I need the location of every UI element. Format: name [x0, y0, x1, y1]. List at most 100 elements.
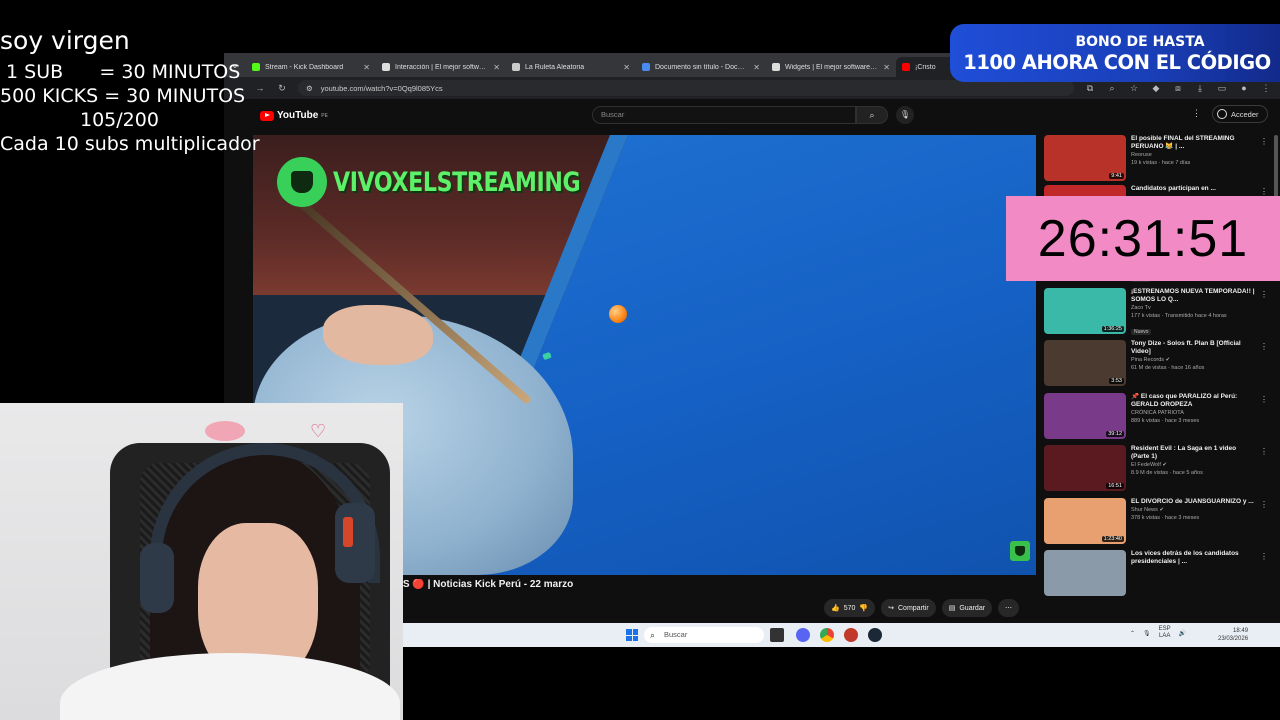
webcam-feed: ♡ [0, 403, 403, 720]
browser-tab[interactable]: Widgets | El mejor software pa ✕ [766, 57, 896, 77]
url-input[interactable]: ⚙ youtube.com/watch?v=0Qq9l085Ycs [298, 80, 1074, 96]
windows-start-icon[interactable] [626, 629, 638, 641]
related-thumbnail[interactable]: 39:12 [1044, 392, 1126, 439]
taskbar-search[interactable]: Buscar [644, 627, 764, 643]
download-icon[interactable]: ⤓ [1194, 83, 1206, 94]
related-title[interactable]: 📌 El caso que PARALIZÓ al Perú: GERALD O… [1131, 393, 1256, 409]
more-actions-icon[interactable]: ⋯ [998, 599, 1020, 617]
related-video-item[interactable]: 1:36:25 ¡ESTRENAMOS NUEVA TEMPORADA!! | S… [1044, 287, 1274, 338]
related-menu-icon[interactable]: ⋮ [1260, 395, 1268, 404]
microphone-icon[interactable]: 🎙 [896, 106, 914, 124]
related-title[interactable]: ¡ESTRENAMOS NUEVA TEMPORADA!! | SOMOS LO… [1131, 288, 1256, 304]
related-channel[interactable]: Pina Records ✔ [1131, 356, 1256, 364]
related-video-item[interactable]: 9:41 El posible FINAL del STREAMING PERUA… [1044, 135, 1274, 185]
reload-icon[interactable]: ↻ [276, 83, 288, 94]
youtube-logo[interactable]: YouTube PE [260, 110, 328, 121]
tab-close-icon[interactable]: ✕ [363, 63, 370, 72]
related-thumbnail[interactable] [1044, 550, 1126, 596]
browser-menu-icon[interactable]: ⋮ [1260, 83, 1272, 94]
tab-close-icon[interactable]: ✕ [753, 63, 760, 72]
related-title[interactable]: Candidatos participan en ... [1131, 185, 1256, 193]
tab-close-icon[interactable]: ✕ [883, 63, 890, 72]
like-count: 570 [843, 604, 856, 612]
video-duration: 9:41 [1109, 173, 1124, 179]
related-meta: 889 k vistas · hace 3 meses [1131, 417, 1200, 424]
site-info-icon[interactable]: ⚙ [306, 84, 313, 93]
related-video-item[interactable]: 3:53 Tony Dize - Solos ft. Plan B [Offici… [1044, 340, 1274, 390]
related-title[interactable]: Los vices detrás de los candidatos presi… [1131, 550, 1256, 566]
tab-close-icon[interactable]: ✕ [493, 63, 500, 72]
related-channel[interactable]: CRÓNICA PATRIOTA [1131, 409, 1256, 417]
related-channel[interactable]: Reoruse [1131, 151, 1256, 159]
tab-close-icon[interactable]: ✕ [623, 63, 630, 72]
video-actions: 👍 570 👎 ↪ Compartir ▤ Guardar ⋯ [824, 599, 1020, 617]
search-icon[interactable]: ⌕ [856, 106, 888, 124]
like-button[interactable]: 👍 570 👎 [824, 599, 876, 617]
video-duration: 39:12 [1106, 430, 1124, 437]
related-channel[interactable]: Zaco Tv [1131, 304, 1256, 312]
tab-label: Interacción | El mejor software [395, 63, 489, 71]
video-duration: 1:36:25 [1101, 325, 1124, 332]
app-icon[interactable] [844, 628, 858, 642]
related-meta: 19 k vistas · hace 7 días [1131, 160, 1191, 166]
extension-icon[interactable]: ◆ [1150, 83, 1162, 94]
split-view-icon[interactable]: ▭ [1216, 83, 1228, 94]
sign-in-button[interactable]: Acceder [1212, 105, 1268, 123]
related-channel[interactable]: Shur News ✔ [1131, 506, 1256, 514]
related-video-item[interactable]: 39:12 📌 El caso que PARALIZÓ al Perú: GER… [1044, 392, 1274, 443]
bookmark-star-icon[interactable]: ☆ [1128, 83, 1140, 94]
related-thumbnail[interactable]: 1:23:40 [1044, 497, 1126, 544]
related-title[interactable]: EL DIVORCIO de JUANSGUARNIZO y ... [1131, 498, 1256, 506]
related-menu-icon[interactable]: ⋮ [1260, 137, 1268, 146]
headset-left-ear [140, 543, 174, 613]
youtube-play-icon [260, 110, 274, 121]
related-thumbnail[interactable]: 9:41 [1044, 135, 1126, 181]
input-language[interactable]: ESP LAA [1159, 626, 1171, 640]
related-menu-icon[interactable]: ⋮ [1260, 552, 1268, 561]
headset-right-ear [335, 503, 375, 583]
related-menu-icon[interactable]: ⋮ [1260, 342, 1268, 351]
profile-icon[interactable]: ● [1238, 83, 1250, 93]
install-icon[interactable]: ⧉ [1084, 83, 1096, 94]
tray-chevron-icon[interactable]: ⌃ [1130, 630, 1135, 637]
volume-icon[interactable]: 🔊 [1179, 630, 1186, 637]
related-menu-icon[interactable]: ⋮ [1260, 447, 1268, 456]
related-title[interactable]: El posible FINAL del STREAMING PERUANO 😹… [1131, 135, 1256, 151]
related-video-item[interactable]: 1:23:40 EL DIVORCIO de JUANSGUARNIZO y ..… [1044, 497, 1274, 548]
browser-tab[interactable]: Documento sin título - Docume ✕ [636, 57, 766, 77]
related-title[interactable]: Tony Dize - Solos ft. Plan B [Official V… [1131, 340, 1256, 356]
related-info: 📌 El caso que PARALIZÓ al Perú: GERALD O… [1131, 393, 1256, 425]
related-menu-icon[interactable]: ⋮ [1260, 500, 1268, 509]
extensions-puzzle-icon[interactable]: ⧈ [1172, 83, 1184, 94]
browser-tab[interactable]: Stream - Kick Dashboard ✕ [246, 57, 376, 77]
related-info: Resident Evil : La Saga en 1 video (Part… [1131, 445, 1256, 477]
branding-watermark-icon[interactable] [1010, 541, 1030, 561]
browser-tab[interactable]: Interacción | El mejor software ✕ [376, 57, 506, 77]
related-video-item[interactable]: 16:51 Resident Evil : La Saga en 1 video … [1044, 445, 1274, 495]
related-thumbnail[interactable]: 16:51 [1044, 445, 1126, 491]
discord-icon[interactable] [796, 628, 810, 642]
youtube-logo-text: YouTube [277, 110, 319, 121]
browser-tab[interactable]: La Ruleta Aleatoria ✕ [506, 57, 636, 77]
microphone-tray-icon[interactable]: 🎙 [1143, 630, 1151, 637]
related-title[interactable]: Resident Evil : La Saga en 1 video (Part… [1131, 445, 1256, 461]
clock[interactable]: 18:49 23/03/2026 [1218, 627, 1248, 643]
more-options-icon[interactable]: ⋮ [1192, 108, 1201, 119]
thumbs-down-icon[interactable]: 👎 [859, 604, 868, 612]
share-button[interactable]: ↪ Compartir [881, 599, 936, 617]
related-video-item[interactable]: Los vices detrás de los candidatos presi… [1044, 550, 1274, 600]
related-menu-icon[interactable]: ⋮ [1260, 187, 1268, 196]
save-button[interactable]: ▤ Guardar [941, 599, 993, 617]
file-explorer-icon[interactable] [770, 628, 784, 642]
clock-time: 18:49 [1233, 628, 1249, 634]
related-menu-icon[interactable]: ⋮ [1260, 290, 1268, 299]
related-thumbnail[interactable]: 1:36:25 [1044, 287, 1126, 334]
tab-label: Documento sin título - Docume [655, 63, 749, 71]
related-channel[interactable]: El FedeWolf ✔ [1131, 461, 1256, 469]
steam-icon[interactable] [868, 628, 882, 642]
zoom-icon[interactable]: ⌕ [1106, 83, 1118, 94]
multiplier-rule: Cada 10 subs multiplicador [0, 133, 260, 155]
youtube-search-input[interactable]: Buscar [592, 106, 856, 124]
chrome-icon[interactable] [820, 628, 834, 642]
related-thumbnail[interactable]: 3:53 [1044, 340, 1126, 386]
